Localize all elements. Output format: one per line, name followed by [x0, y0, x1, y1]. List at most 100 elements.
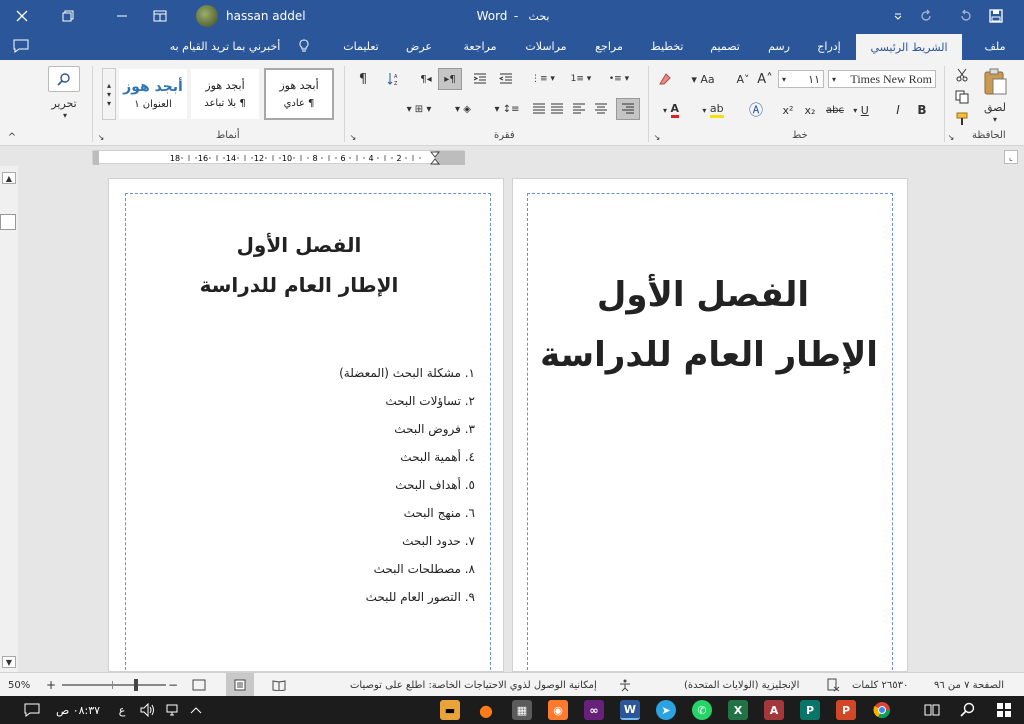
telegram-icon[interactable]: ➤	[656, 700, 676, 720]
tab-references[interactable]: مراجع	[584, 32, 634, 60]
tab-layout[interactable]: تخطيط	[642, 32, 692, 60]
firefox-icon[interactable]: ●	[476, 700, 496, 720]
paragraph-launcher-icon[interactable]: ↘	[348, 132, 358, 142]
line-spacing-icon[interactable]: ▾ ↕≡	[492, 100, 522, 118]
tab-home[interactable]: الشريط الرئيسي	[856, 34, 962, 60]
notifications-icon[interactable]	[22, 700, 42, 720]
whatsapp-icon[interactable]: ✆	[692, 700, 712, 720]
multilevel-list-icon[interactable]: ⋮≡ ▾	[528, 70, 558, 88]
ltr-icon[interactable]: ¶◂	[416, 70, 436, 88]
text-effect-a-icon[interactable]: Ⓐ	[746, 100, 766, 120]
clock[interactable]: ٠٨:٣٧ ص	[50, 700, 106, 720]
tray-chevron-icon[interactable]	[186, 700, 206, 720]
document-area[interactable]: الفصل الأول الإطار العام للدراسة ١. مشكل…	[18, 166, 1006, 675]
align-right-icon[interactable]	[616, 98, 640, 120]
browser-icon[interactable]: ◉	[548, 700, 568, 720]
ruler-toggle-icon[interactable]: ⌞	[1004, 150, 1018, 164]
find-icon[interactable]	[48, 66, 80, 92]
input-language[interactable]: ع	[112, 700, 132, 720]
scroll-down-icon[interactable]: ▼	[2, 656, 16, 668]
style-no-spacing[interactable]: أبجد هوز ¶ بلا تباعد	[190, 68, 260, 120]
language-status[interactable]: الإنجليزية (الولايات المتحدة)	[684, 673, 810, 697]
explorer-icon[interactable]: ▬	[440, 700, 460, 720]
numbering-icon[interactable]: 1≡ ▾	[566, 70, 596, 88]
focus-icon[interactable]	[192, 673, 210, 697]
comments-icon[interactable]	[6, 32, 36, 60]
page-left[interactable]: الفصل الأول الإطار العام للدراسة ١. مشكل…	[108, 178, 504, 675]
borders-icon[interactable]: ▾ ⊞ ▾	[398, 100, 440, 118]
save-icon[interactable]	[984, 0, 1008, 32]
strikethrough-icon[interactable]: abc	[824, 100, 846, 120]
restore-icon[interactable]	[48, 0, 88, 32]
subscript-icon[interactable]: x₂	[800, 100, 820, 120]
search-label[interactable]: بحث	[524, 0, 554, 32]
scroll-up-icon[interactable]: ▲	[2, 172, 16, 184]
zoom-slider-thumb[interactable]	[134, 679, 138, 691]
print-layout-icon[interactable]	[226, 673, 254, 697]
word-count[interactable]: ٢٦٥٣٠ كلمات	[852, 673, 930, 697]
tab-design[interactable]: تصميم	[700, 32, 750, 60]
accessibility-icon[interactable]	[618, 673, 636, 697]
read-mode-icon[interactable]	[272, 673, 290, 697]
access-icon[interactable]: A	[764, 700, 784, 720]
increase-indent-icon[interactable]	[470, 70, 490, 88]
volume-icon[interactable]	[138, 700, 158, 720]
redo-icon[interactable]	[914, 0, 938, 32]
underline-icon[interactable]: ▾ U	[848, 100, 874, 120]
zoom-slider[interactable]	[62, 673, 166, 697]
paste-chevron-icon[interactable]: ▾	[990, 114, 1000, 124]
tell-me-box[interactable]: أخبرني بما تريد القيام به	[160, 32, 290, 60]
word-taskbar-icon[interactable]: W	[620, 700, 640, 720]
sort-icon[interactable]: AZ	[384, 70, 404, 88]
zoom-level[interactable]: 50%	[8, 673, 30, 697]
collapse-ribbon-icon[interactable]: ^	[4, 130, 20, 144]
tab-review[interactable]: مراجعة	[452, 32, 508, 60]
accessibility-status[interactable]: إمكانية الوصول لذوي الاحتياجات الخاصة: ا…	[350, 673, 612, 697]
format-painter-icon[interactable]	[952, 110, 972, 128]
align-center-icon[interactable]	[592, 100, 610, 118]
bullets-icon[interactable]: •≡ ▾	[604, 70, 634, 88]
tab-help[interactable]: تعليمات	[336, 32, 386, 60]
excel-icon[interactable]: X	[728, 700, 748, 720]
paste-icon[interactable]	[978, 66, 1012, 98]
copy-icon[interactable]	[952, 88, 972, 106]
network-icon[interactable]	[162, 700, 182, 720]
visual-studio-icon[interactable]: ∞	[584, 700, 604, 720]
shading-icon[interactable]: ▾ ◈	[448, 100, 478, 118]
paste-label[interactable]: لصق	[978, 100, 1012, 114]
windows-start-icon[interactable]	[994, 700, 1014, 720]
calculator-icon[interactable]: ▦	[512, 700, 532, 720]
minimize-icon[interactable]	[102, 0, 142, 32]
distributed-icon[interactable]	[530, 100, 548, 118]
tab-file[interactable]: ملف	[972, 32, 1018, 60]
change-case-icon[interactable]: ▾ Aa	[686, 70, 720, 88]
clipboard-launcher-icon[interactable]: ↘	[946, 132, 956, 142]
bold-icon[interactable]: B	[912, 100, 932, 120]
customize-qat-icon[interactable]	[888, 0, 908, 32]
text-effects-icon[interactable]	[656, 70, 674, 88]
tab-mailings[interactable]: مراسلات	[516, 32, 576, 60]
vertical-scrollbar[interactable]: ▲ ▼	[0, 166, 18, 672]
font-launcher-icon[interactable]: ↘	[652, 132, 662, 142]
style-heading1[interactable]: أبجد هوز العنوان ١	[118, 68, 188, 120]
styles-launcher-icon[interactable]: ↘	[96, 132, 106, 142]
rtl-icon[interactable]: ▸¶	[438, 68, 462, 90]
undo-icon[interactable]	[954, 0, 978, 32]
grow-font-icon[interactable]: A˄	[756, 70, 774, 88]
zoom-out-icon[interactable]: −	[168, 673, 178, 697]
close-icon[interactable]	[0, 0, 44, 32]
task-view-icon[interactable]	[922, 700, 942, 720]
align-left-icon[interactable]	[570, 100, 588, 118]
pilcrow-icon[interactable]: ¶	[354, 70, 372, 88]
scroll-thumb[interactable]	[0, 214, 16, 230]
style-normal[interactable]: أبجد هوز ¶ عادي	[264, 68, 334, 120]
shrink-font-icon[interactable]: A˅	[734, 70, 752, 88]
font-size-select[interactable]: ▾ ١١	[778, 70, 824, 88]
page-right[interactable]: الفصل الأول الإطار العام للدراسة	[512, 178, 908, 675]
editing-button[interactable]: تحرير	[44, 96, 84, 110]
publisher-icon[interactable]: P	[800, 700, 820, 720]
ribbon-display-icon[interactable]	[148, 0, 172, 32]
superscript-icon[interactable]: x²	[778, 100, 798, 120]
user-name[interactable]: hassan addel	[226, 0, 316, 32]
page-number[interactable]: الصفحة ٧ من ٩٦	[934, 673, 1018, 697]
